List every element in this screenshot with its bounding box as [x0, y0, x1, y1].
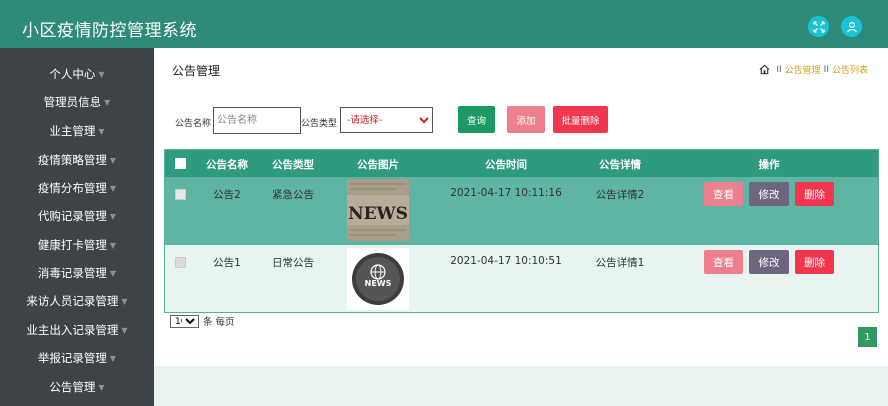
table-row: 公告2 紧急公告 NEWS 2021-04-17 10:11:16 公告详情2 … — [165, 177, 878, 245]
app-title: 小区疫情防控管理系统 — [22, 21, 197, 41]
sidebar-item-label: 业主管理 — [49, 124, 96, 138]
cell-type: 紧急公告 — [272, 189, 314, 201]
sidebar-item-label: 业主出入记录管理 — [26, 323, 119, 337]
chevron-down-icon: ▼ — [98, 382, 105, 392]
breadcrumb-separator: II — [776, 64, 782, 75]
sidebar-item-label: 举报记录管理 — [37, 351, 107, 365]
header-type: 公告类型 — [272, 159, 314, 171]
header-detail: 公告详情 — [599, 159, 641, 171]
sidebar-item-purchase-records[interactable]: 代购记录管理 ▼ — [0, 202, 154, 230]
sidebar-item-admin-info[interactable]: 管理员信息 ▼ — [0, 88, 154, 116]
edit-button[interactable]: 修改 — [749, 250, 789, 274]
cell-detail: 公告详情1 — [595, 257, 645, 269]
page-size-select[interactable]: 10 — [170, 314, 199, 328]
fullscreen-button[interactable] — [808, 16, 829, 37]
sidebar-item-label: 管理员信息 — [43, 95, 102, 109]
batch-delete-button[interactable]: 批量删除 — [553, 106, 608, 133]
breadcrumb-separator: II — [823, 64, 829, 75]
type-select[interactable]: -请选择- — [340, 107, 433, 133]
edit-button[interactable]: 修改 — [749, 182, 789, 206]
sidebar-item-label: 健康打卡管理 — [37, 238, 107, 252]
chevron-down-icon: ▼ — [109, 155, 117, 165]
user-button[interactable] — [841, 16, 862, 37]
chevron-down-icon: ▼ — [98, 69, 105, 79]
svg-text:NEWS: NEWS — [365, 279, 392, 288]
breadcrumb: II 公告管理 II 公告列表 — [759, 63, 868, 76]
row-checkbox[interactable] — [175, 257, 186, 268]
sidebar-item-epidemic-strategy[interactable]: 疫情策略管理 ▼ — [0, 146, 154, 174]
svg-text:NEWS: NEWS — [348, 204, 408, 224]
sidebar-item-announcements[interactable]: 公告管理 ▼ — [0, 373, 154, 401]
table-row: 公告1 日常公告 NEWS 2021-04-17 10:10:51 公告详情1 … — [165, 245, 878, 312]
page-button-current[interactable]: 1 — [858, 327, 877, 347]
header-actions: 操作 — [758, 159, 780, 171]
sidebar-item-label: 疫情策略管理 — [37, 153, 107, 167]
header-image: 公告图片 — [357, 159, 399, 171]
cell-detail: 公告详情2 — [595, 189, 645, 201]
top-bar: 小区疫情防控管理系统 — [0, 0, 888, 48]
news-newspaper-image: NEWS — [347, 179, 409, 241]
page-size-suffix: 条 每页 — [203, 317, 235, 328]
expand-arrows-icon — [812, 20, 825, 33]
cell-name: 公告2 — [213, 189, 241, 201]
sidebar-item-owner-management[interactable]: 业主管理 ▼ — [0, 117, 154, 145]
sidebar-item-label: 代购记录管理 — [37, 209, 107, 223]
chevron-down-icon: ▼ — [109, 240, 117, 250]
main-content: 公告管理 II 公告管理 II 公告列表 公告名称 公告类型 -请选择- 查询 … — [154, 48, 888, 366]
search-name-input[interactable] — [213, 107, 301, 134]
cell-time: 2021-04-17 10:10:51 — [450, 255, 562, 267]
cell-type: 日常公告 — [272, 257, 314, 269]
chevron-down-icon: ▼ — [98, 126, 105, 136]
sidebar: 个人中心 ▼ 管理员信息 ▼ 业主管理 ▼ 疫情策略管理 ▼ 疫情分布管理 ▼ 代购记录管… — [0, 48, 154, 406]
announcement-table: 公告名称 公告类型 公告图片 公告时间 公告详情 操作 公告2 紧急公告 NEW… — [164, 149, 879, 313]
header-name: 公告名称 — [206, 159, 248, 171]
page-title: 公告管理 — [172, 64, 221, 78]
cell-time: 2021-04-17 10:11:16 — [450, 187, 562, 199]
chevron-down-icon: ▼ — [109, 353, 117, 363]
sidebar-item-report-records[interactable]: 举报记录管理 ▼ — [0, 344, 154, 372]
sidebar-item-label: 个人中心 — [49, 67, 96, 81]
chevron-down-icon: ▼ — [109, 268, 117, 278]
view-button[interactable]: 查看 — [704, 250, 743, 274]
select-all-checkbox[interactable] — [175, 158, 186, 169]
cell-name: 公告1 — [213, 257, 241, 269]
header-time: 公告时间 — [485, 159, 527, 171]
chevron-down-icon: ▼ — [121, 296, 128, 306]
row-checkbox[interactable] — [175, 189, 186, 200]
add-button[interactable]: 添加 — [507, 106, 545, 133]
sidebar-item-health-checkin[interactable]: 健康打卡管理 ▼ — [0, 231, 154, 259]
delete-button[interactable]: 删除 — [795, 250, 834, 274]
type-label: 公告类型 — [301, 119, 338, 129]
sidebar-item-label: 疫情分布管理 — [37, 181, 107, 195]
view-button[interactable]: 查看 — [704, 182, 743, 206]
chevron-down-icon: ▼ — [109, 183, 117, 193]
chevron-down-icon: ▼ — [121, 325, 128, 335]
sidebar-item-label: 来访人员记录管理 — [26, 294, 119, 308]
breadcrumb-announcement-management[interactable]: 公告管理 — [785, 63, 821, 76]
chevron-down-icon: ▼ — [109, 211, 117, 221]
sidebar-item-label: 公告管理 — [49, 380, 96, 394]
table-header: 公告名称 公告类型 公告图片 公告时间 公告详情 操作 — [165, 150, 878, 177]
home-icon[interactable] — [759, 64, 770, 75]
sidebar-item-epidemic-distribution[interactable]: 疫情分布管理 ▼ — [0, 174, 154, 202]
news-globe-icon-image: NEWS — [347, 248, 409, 310]
sidebar-item-disinfection-records[interactable]: 消毒记录管理 ▼ — [0, 259, 154, 287]
delete-button[interactable]: 删除 — [795, 182, 834, 206]
user-icon — [846, 21, 857, 32]
page-size-control: 10 条 每页 — [170, 314, 235, 328]
sidebar-item-label: 消毒记录管理 — [37, 266, 107, 280]
sidebar-item-access-records[interactable]: 业主出入记录管理 ▼ — [0, 316, 154, 344]
breadcrumb-announcement-list[interactable]: 公告列表 — [832, 63, 868, 76]
sidebar-item-personal-center[interactable]: 个人中心 ▼ — [0, 60, 154, 88]
chevron-down-icon: ▼ — [104, 97, 111, 107]
sidebar-item-visitor-records[interactable]: 来访人员记录管理 ▼ — [0, 287, 154, 315]
name-label: 公告名称 — [175, 119, 212, 129]
query-button[interactable]: 查询 — [458, 106, 495, 133]
